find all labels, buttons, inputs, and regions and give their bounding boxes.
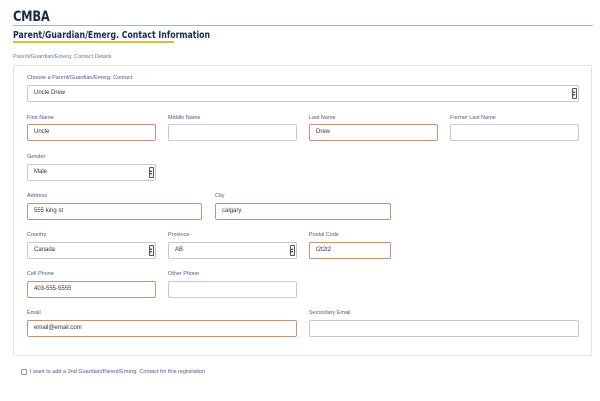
country-select[interactable]: Canada: [27, 242, 156, 259]
select-arrows-icon: [290, 245, 295, 256]
contact-select-value: Uncle Drew: [34, 90, 66, 96]
breadcrumb: Parent/Guardian/Emerg. Contact Details: [13, 54, 112, 60]
email-input[interactable]: email@email.com: [27, 320, 297, 337]
second-contact-label[interactable]: I want to add a 2nd Guardian/Parent/Emer…: [30, 369, 205, 375]
city-label: City: [215, 193, 225, 199]
postal-code-label: Postal Code: [309, 232, 339, 238]
contact-select[interactable]: Uncle Drew: [27, 85, 579, 102]
section-title: Parent/Guardian/Emerg. Contact Informati…: [13, 30, 211, 41]
other-phone-input[interactable]: [168, 281, 297, 298]
section-title-underline: [13, 41, 174, 43]
province-label: Province: [168, 232, 190, 238]
title-divider: [13, 25, 593, 26]
select-arrows-icon: [572, 88, 577, 99]
gender-select[interactable]: Male: [27, 164, 156, 181]
address-label: Address: [27, 193, 48, 199]
country-select-value: Canada: [34, 247, 56, 253]
contact-select-label: Choose a Parent/Guardian/Emerg. Contact: [27, 75, 133, 81]
app-title: CMBA: [13, 9, 50, 25]
cell-phone-label: Cell Phone: [27, 271, 54, 277]
first-name-input[interactable]: Uncle: [27, 124, 156, 141]
last-name-input[interactable]: Drew: [309, 124, 438, 141]
middle-name-input[interactable]: [168, 124, 297, 141]
select-arrows-icon: [149, 245, 154, 256]
province-select[interactable]: AB: [168, 242, 297, 259]
address-input[interactable]: 555 king st: [27, 203, 202, 220]
secondary-email-label: Secondary Email: [309, 310, 351, 316]
gender-select-value: Male: [34, 169, 48, 175]
first-name-label: First Name: [27, 115, 54, 121]
gender-label: Gender: [27, 154, 46, 160]
former-last-name-label: Former Last Name: [450, 115, 496, 121]
country-label: Country: [27, 232, 47, 238]
second-contact-checkbox[interactable]: [21, 369, 27, 375]
postal-code-input[interactable]: t2t2t2: [309, 242, 391, 259]
province-select-value: AB: [175, 247, 184, 253]
other-phone-label: Other Phone: [168, 271, 200, 277]
last-name-label: Last Name: [309, 115, 336, 121]
city-input[interactable]: calgary: [215, 203, 391, 220]
former-last-name-input[interactable]: [450, 124, 579, 141]
middle-name-label: Middle Name: [168, 115, 201, 121]
cell-phone-input[interactable]: 403-555-5555: [27, 281, 156, 298]
select-arrows-icon: [149, 167, 154, 178]
email-label: Email: [27, 310, 41, 316]
secondary-email-input[interactable]: [309, 320, 579, 337]
